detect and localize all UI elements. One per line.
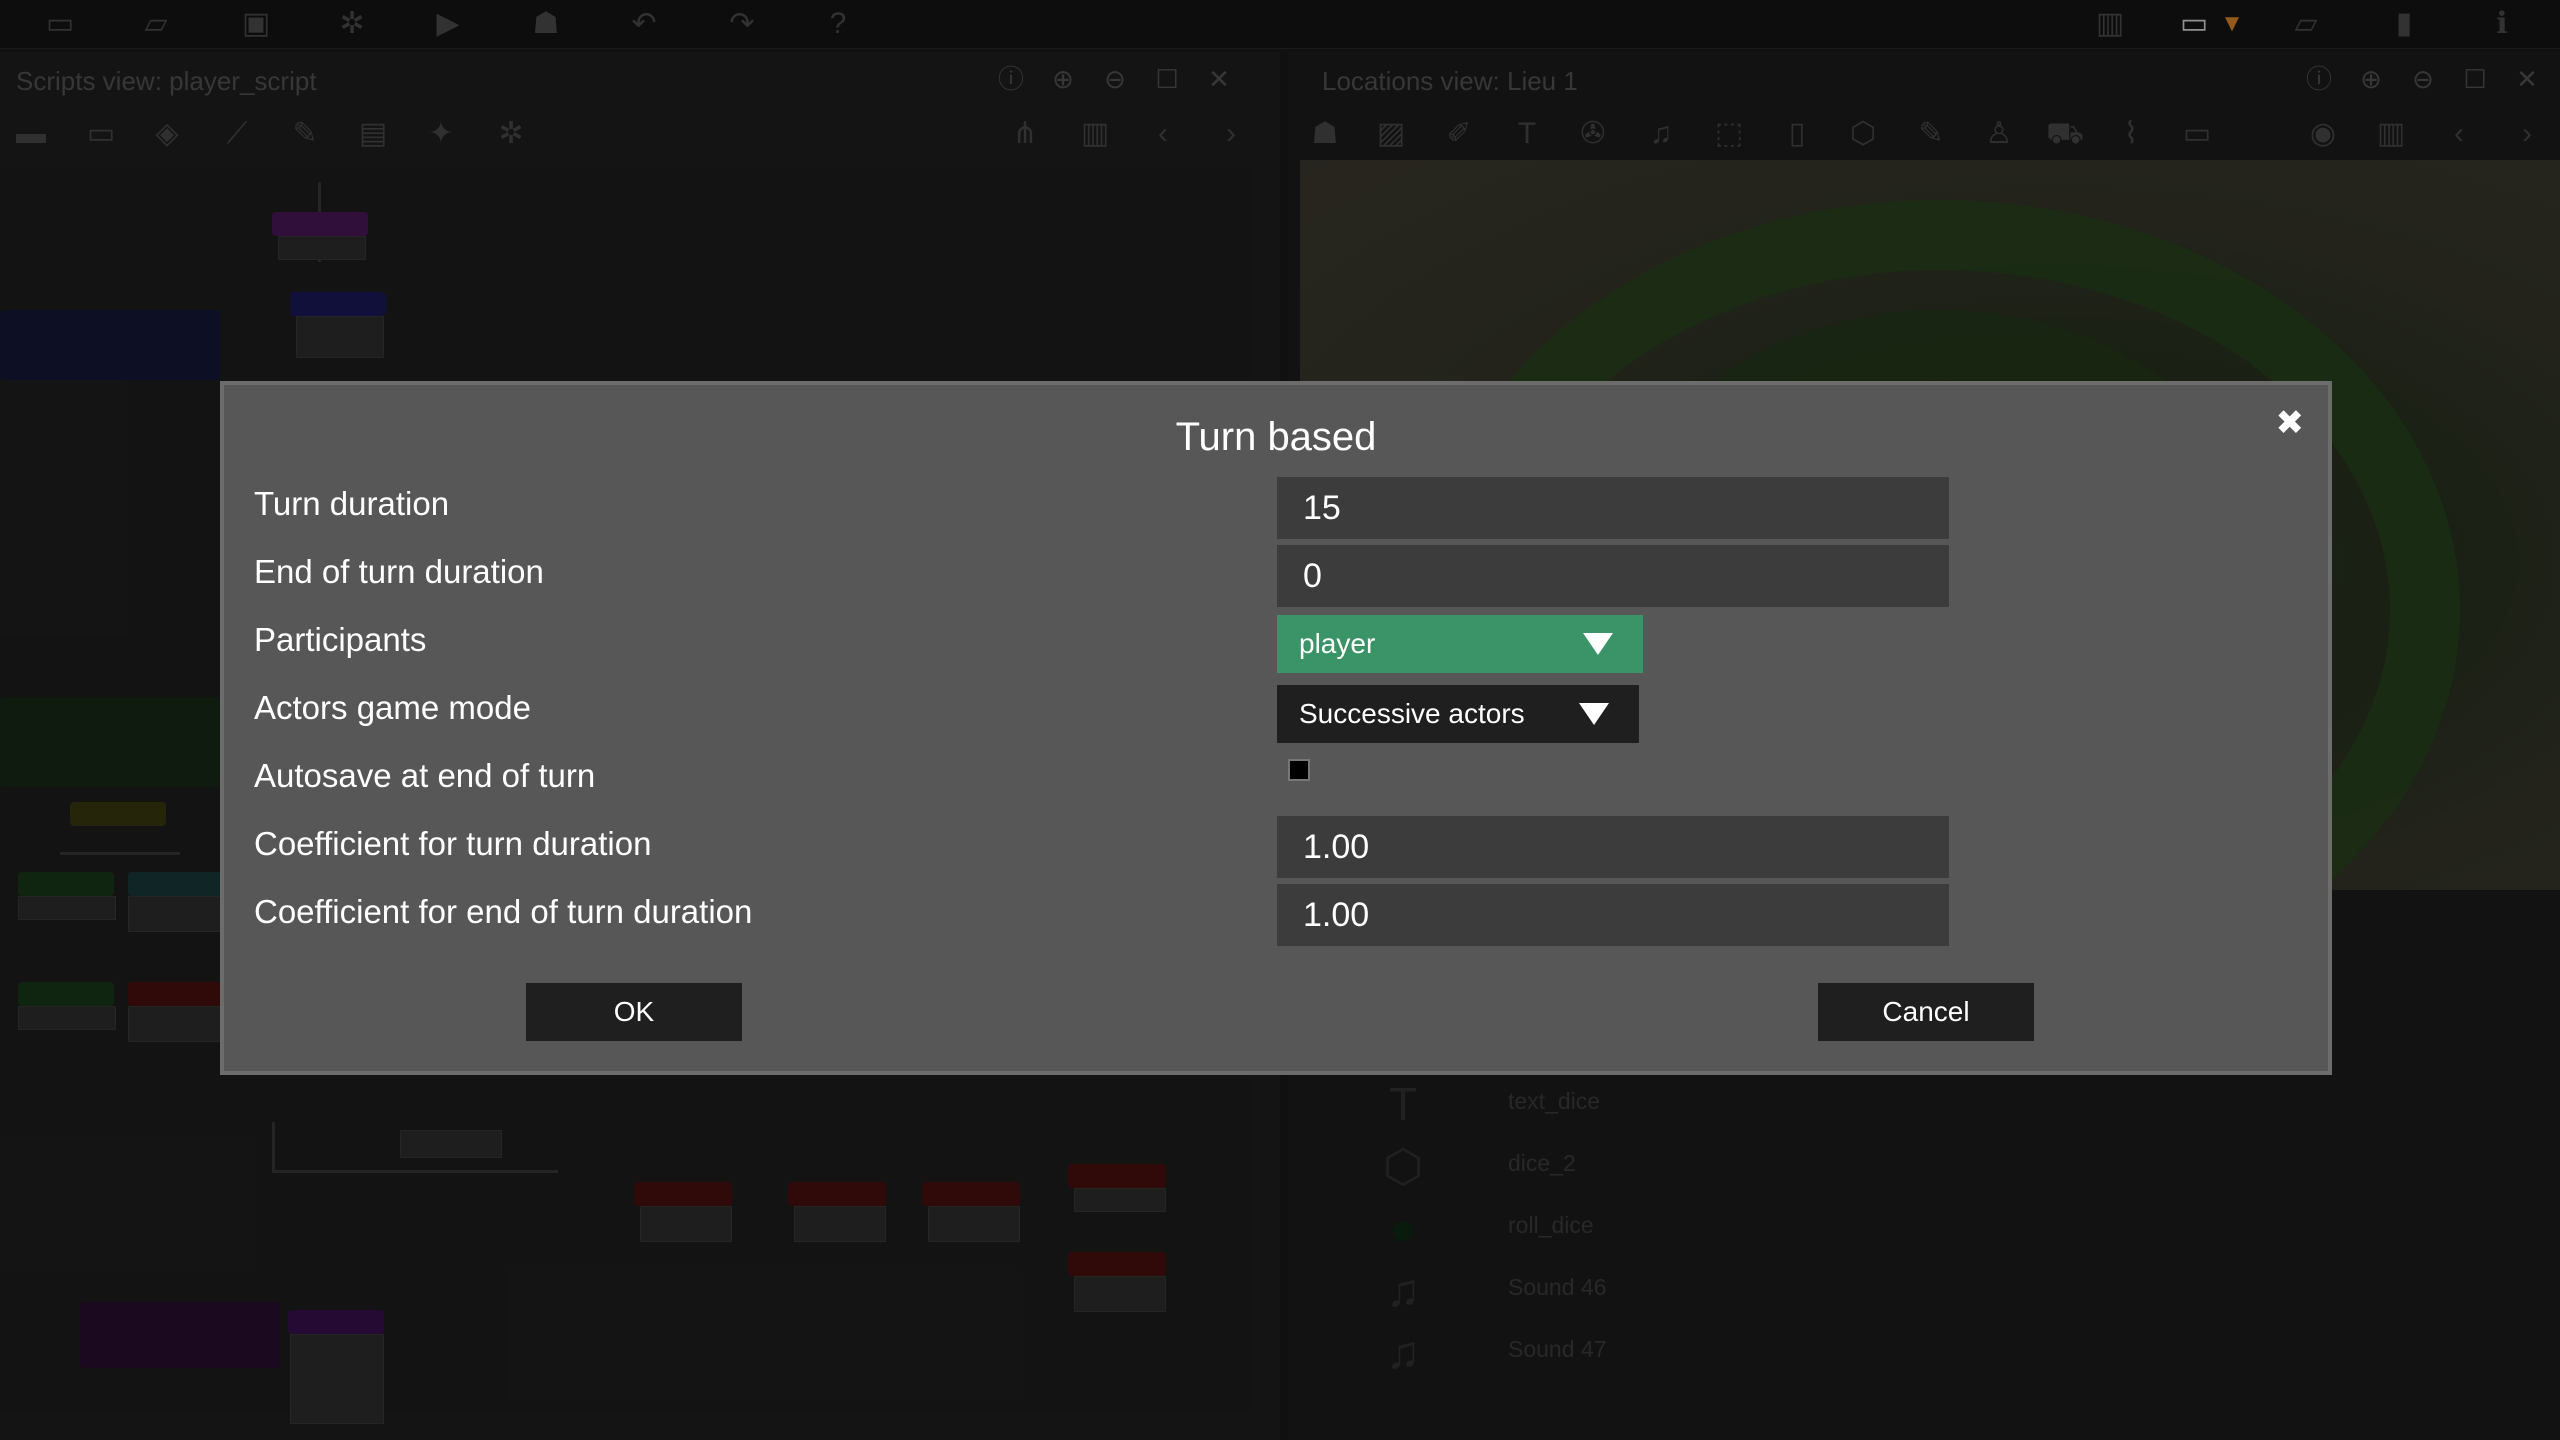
coef-end-turn-duration-input[interactable] bbox=[1277, 884, 1949, 946]
turn-based-dialog: Turn based ✖ Turn duration End of turn d… bbox=[220, 381, 2332, 1075]
dialog-title: Turn based bbox=[1175, 415, 1377, 459]
participants-select[interactable]: player bbox=[1277, 615, 1643, 673]
end-of-turn-duration-input[interactable] bbox=[1277, 545, 1949, 607]
autosave-label: Autosave at end of turn bbox=[254, 757, 596, 794]
turn-duration-label: Turn duration bbox=[254, 485, 450, 522]
autosave-checkbox[interactable] bbox=[1288, 759, 1310, 781]
coef-turn-duration-label: Coefficient for turn duration bbox=[254, 825, 652, 862]
close-icon[interactable]: ✖ bbox=[2276, 403, 2305, 443]
actors-game-mode-value: Successive actors bbox=[1299, 698, 1525, 729]
cancel-button[interactable]: Cancel bbox=[1818, 983, 2034, 1041]
end-of-turn-duration-label: End of turn duration bbox=[254, 553, 544, 590]
turn-duration-input[interactable] bbox=[1277, 477, 1949, 539]
participants-value: player bbox=[1299, 628, 1376, 659]
actors-game-mode-select[interactable]: Successive actors bbox=[1277, 685, 1639, 743]
actors-game-mode-label: Actors game mode bbox=[254, 689, 531, 726]
chevron-down-icon bbox=[1583, 633, 1613, 655]
participants-label: Participants bbox=[254, 621, 427, 658]
coef-end-turn-duration-label: Coefficient for end of turn duration bbox=[254, 893, 753, 930]
ok-button[interactable]: OK bbox=[526, 983, 742, 1041]
coef-turn-duration-input[interactable] bbox=[1277, 816, 1949, 878]
chevron-down-icon bbox=[1579, 703, 1609, 725]
